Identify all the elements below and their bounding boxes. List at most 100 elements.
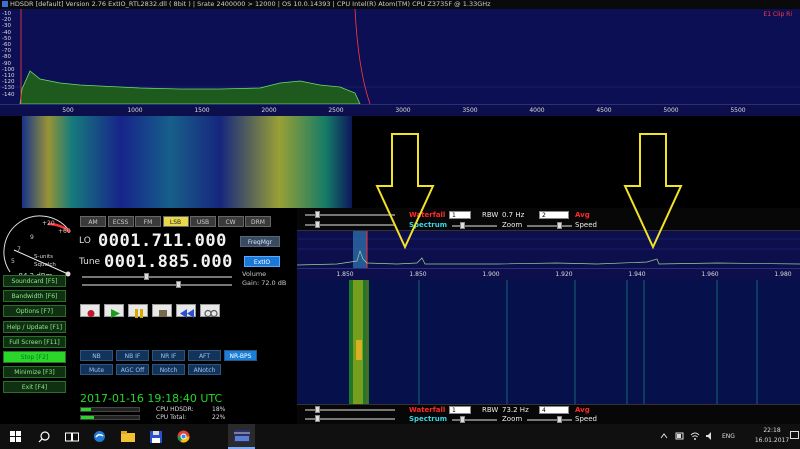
dsp-button-2[interactable]: NR IF bbox=[152, 350, 185, 361]
control-panel: +60 +20 9 7 5 S-units Squelch -84.2 dBm … bbox=[0, 208, 297, 424]
s-meter-label-4: 7 bbox=[17, 246, 21, 253]
function-button-3[interactable]: Help / Update [F1] bbox=[3, 320, 66, 333]
frequency-tick-label: 1500 bbox=[194, 107, 210, 114]
filter-passband bbox=[353, 231, 367, 268]
mode-button-ecss[interactable]: ECSS bbox=[107, 216, 134, 227]
tray-time[interactable]: 22:18 bbox=[752, 427, 792, 434]
waterfall-slider-top[interactable] bbox=[305, 211, 395, 218]
dsp2-button-2[interactable]: Notch bbox=[152, 364, 185, 375]
rf-tick-label: 1.850 bbox=[409, 271, 427, 278]
rf-spectrum[interactable] bbox=[297, 231, 800, 268]
dsp-button-0[interactable]: NB bbox=[80, 350, 113, 361]
mode-button-am[interactable]: AM bbox=[80, 216, 106, 227]
window-title: HDSDR [default] Version 2.76 ExtIO_RTL28… bbox=[10, 0, 491, 8]
squelch-caption: Squelch bbox=[34, 262, 56, 268]
lo-frequency[interactable]: 0001.711.000 bbox=[98, 231, 227, 251]
notification-icon[interactable] bbox=[790, 431, 799, 441]
frequency-tick-label: 4000 bbox=[529, 107, 545, 114]
loop-button[interactable] bbox=[200, 304, 220, 318]
frequency-tick-label: 1000 bbox=[127, 107, 143, 114]
mode-button-lsb[interactable]: LSB bbox=[162, 216, 189, 227]
rf-tick-label: 1.850 bbox=[336, 271, 354, 278]
spectrum-level-slider-bottom[interactable] bbox=[452, 416, 497, 423]
dsp-button-1[interactable]: NB IF bbox=[116, 350, 149, 361]
audio-frequency-axis: 500 1000 1500 2000 2500 3000 3500 4000 4500 5000 5… bbox=[0, 104, 800, 116]
freqmgr-button[interactable]: FreqMgr bbox=[240, 236, 280, 247]
dsp2-button-0[interactable]: Mute bbox=[80, 364, 113, 375]
save-icon[interactable] bbox=[142, 424, 169, 449]
edge-icon[interactable] bbox=[86, 424, 113, 449]
pause-button[interactable] bbox=[128, 304, 148, 318]
volume-slider[interactable] bbox=[82, 273, 232, 280]
avg-label-bottom: Avg bbox=[575, 406, 590, 414]
rf-spectrum-curve bbox=[297, 249, 800, 266]
s-meter-label-1: +60 bbox=[58, 228, 71, 235]
cpu-label-1: CPU Total: bbox=[156, 414, 187, 421]
function-button-2[interactable]: Options [F7] bbox=[3, 305, 66, 318]
waterfall-select-bottom[interactable]: 1 bbox=[449, 406, 471, 414]
gain-readout: Gain: 72.0 dB bbox=[242, 279, 287, 287]
dsp-button-4[interactable]: NR-BPS bbox=[224, 350, 257, 361]
stop-button[interactable] bbox=[152, 304, 172, 317]
spectrum-label-top: Spectrum bbox=[409, 221, 448, 229]
battery-icon[interactable] bbox=[675, 431, 685, 441]
waterfall-slider-bottom[interactable] bbox=[305, 406, 395, 413]
frequency-tick-label: 4500 bbox=[596, 107, 612, 114]
tray-date[interactable]: 16.01.2017 bbox=[752, 437, 792, 444]
record-button[interactable] bbox=[80, 304, 100, 317]
rf-tick-label: 1.920 bbox=[555, 271, 573, 278]
spectrum-slider-bottom[interactable] bbox=[305, 415, 395, 422]
language-indicator[interactable]: ENG bbox=[722, 433, 735, 440]
avg-select-top[interactable]: 2 bbox=[539, 211, 569, 219]
windows-start-icon[interactable] bbox=[2, 424, 29, 449]
search-icon[interactable] bbox=[30, 424, 57, 449]
zoom-slider-bottom[interactable] bbox=[527, 416, 572, 423]
tune-frequency[interactable]: 0001.885.000 bbox=[104, 252, 233, 272]
frequency-tick-label: 5000 bbox=[663, 107, 679, 114]
rf-frequency-axis: 1.850 1.850 1.900 1.920 1.940 1.960 1.980 bbox=[297, 268, 800, 280]
function-button-6[interactable]: Minimize [F3] bbox=[3, 366, 66, 379]
function-button-7[interactable]: Exit [F4] bbox=[3, 381, 66, 394]
dsp2-button-3[interactable]: ANotch bbox=[188, 364, 221, 375]
loop-icon bbox=[204, 309, 218, 318]
spectrum-level-slider-top[interactable] bbox=[452, 222, 497, 229]
function-button-1[interactable]: Bandwidth [F6] bbox=[3, 290, 66, 303]
wifi-icon[interactable] bbox=[690, 431, 700, 441]
chrome-icon[interactable] bbox=[170, 424, 197, 449]
volume-icon[interactable] bbox=[705, 431, 715, 441]
function-button-0[interactable]: Soundcard [F5] bbox=[3, 275, 66, 287]
function-button-5[interactable]: Stop [F2] bbox=[3, 351, 66, 363]
mode-button-usb[interactable]: USB bbox=[190, 216, 216, 227]
rbw-label-bottom: RBW bbox=[482, 406, 499, 414]
avg-select-bottom[interactable]: 4 bbox=[539, 406, 569, 414]
hdsdr-icon[interactable] bbox=[228, 424, 255, 449]
audio-spectrum[interactable]: -10 -20 -30 -40 -50 -60 -70 -80 -90 -100 -110 -120-… bbox=[0, 9, 800, 104]
dsp-button-3[interactable]: AFT bbox=[188, 350, 221, 361]
mode-button-cw[interactable]: CW bbox=[217, 216, 244, 227]
squelch-slider[interactable] bbox=[82, 281, 232, 288]
mode-button-fm[interactable]: FM bbox=[135, 216, 161, 227]
chevron-up-icon[interactable] bbox=[660, 432, 668, 440]
frequency-tick-label: 5500 bbox=[730, 107, 746, 114]
rf-waterfall-image bbox=[297, 280, 800, 404]
s-meter-caption: S-units bbox=[34, 254, 53, 260]
function-button-4[interactable]: Full Screen [F11] bbox=[3, 335, 66, 348]
file-explorer-icon[interactable] bbox=[114, 424, 141, 449]
zoom-slider-top[interactable] bbox=[527, 222, 572, 229]
app-icon bbox=[2, 1, 8, 7]
waterfall-select-top[interactable]: 1 bbox=[449, 211, 471, 219]
s-meter: +60 +20 9 7 5 S-units Squelch -84.2 dBm bbox=[2, 210, 77, 280]
extio-button[interactable]: ExtIO bbox=[244, 256, 280, 267]
rewind-button[interactable] bbox=[176, 304, 196, 318]
audio-waterfall[interactable] bbox=[0, 116, 800, 208]
rf-spectrum-trace bbox=[297, 231, 800, 268]
frequency-tick-label: 2500 bbox=[328, 107, 344, 114]
zoom-label-bottom: Zoom bbox=[502, 415, 523, 423]
task-view-icon[interactable] bbox=[58, 424, 85, 449]
rf-waterfall[interactable] bbox=[297, 280, 800, 404]
dsp2-button-1[interactable]: AGC Off bbox=[116, 364, 149, 375]
tune-label: Tune bbox=[79, 257, 101, 267]
spectrum-slider-top[interactable] bbox=[305, 221, 395, 228]
mode-button-drm[interactable]: DRM bbox=[245, 216, 271, 227]
play-button[interactable] bbox=[104, 304, 124, 318]
